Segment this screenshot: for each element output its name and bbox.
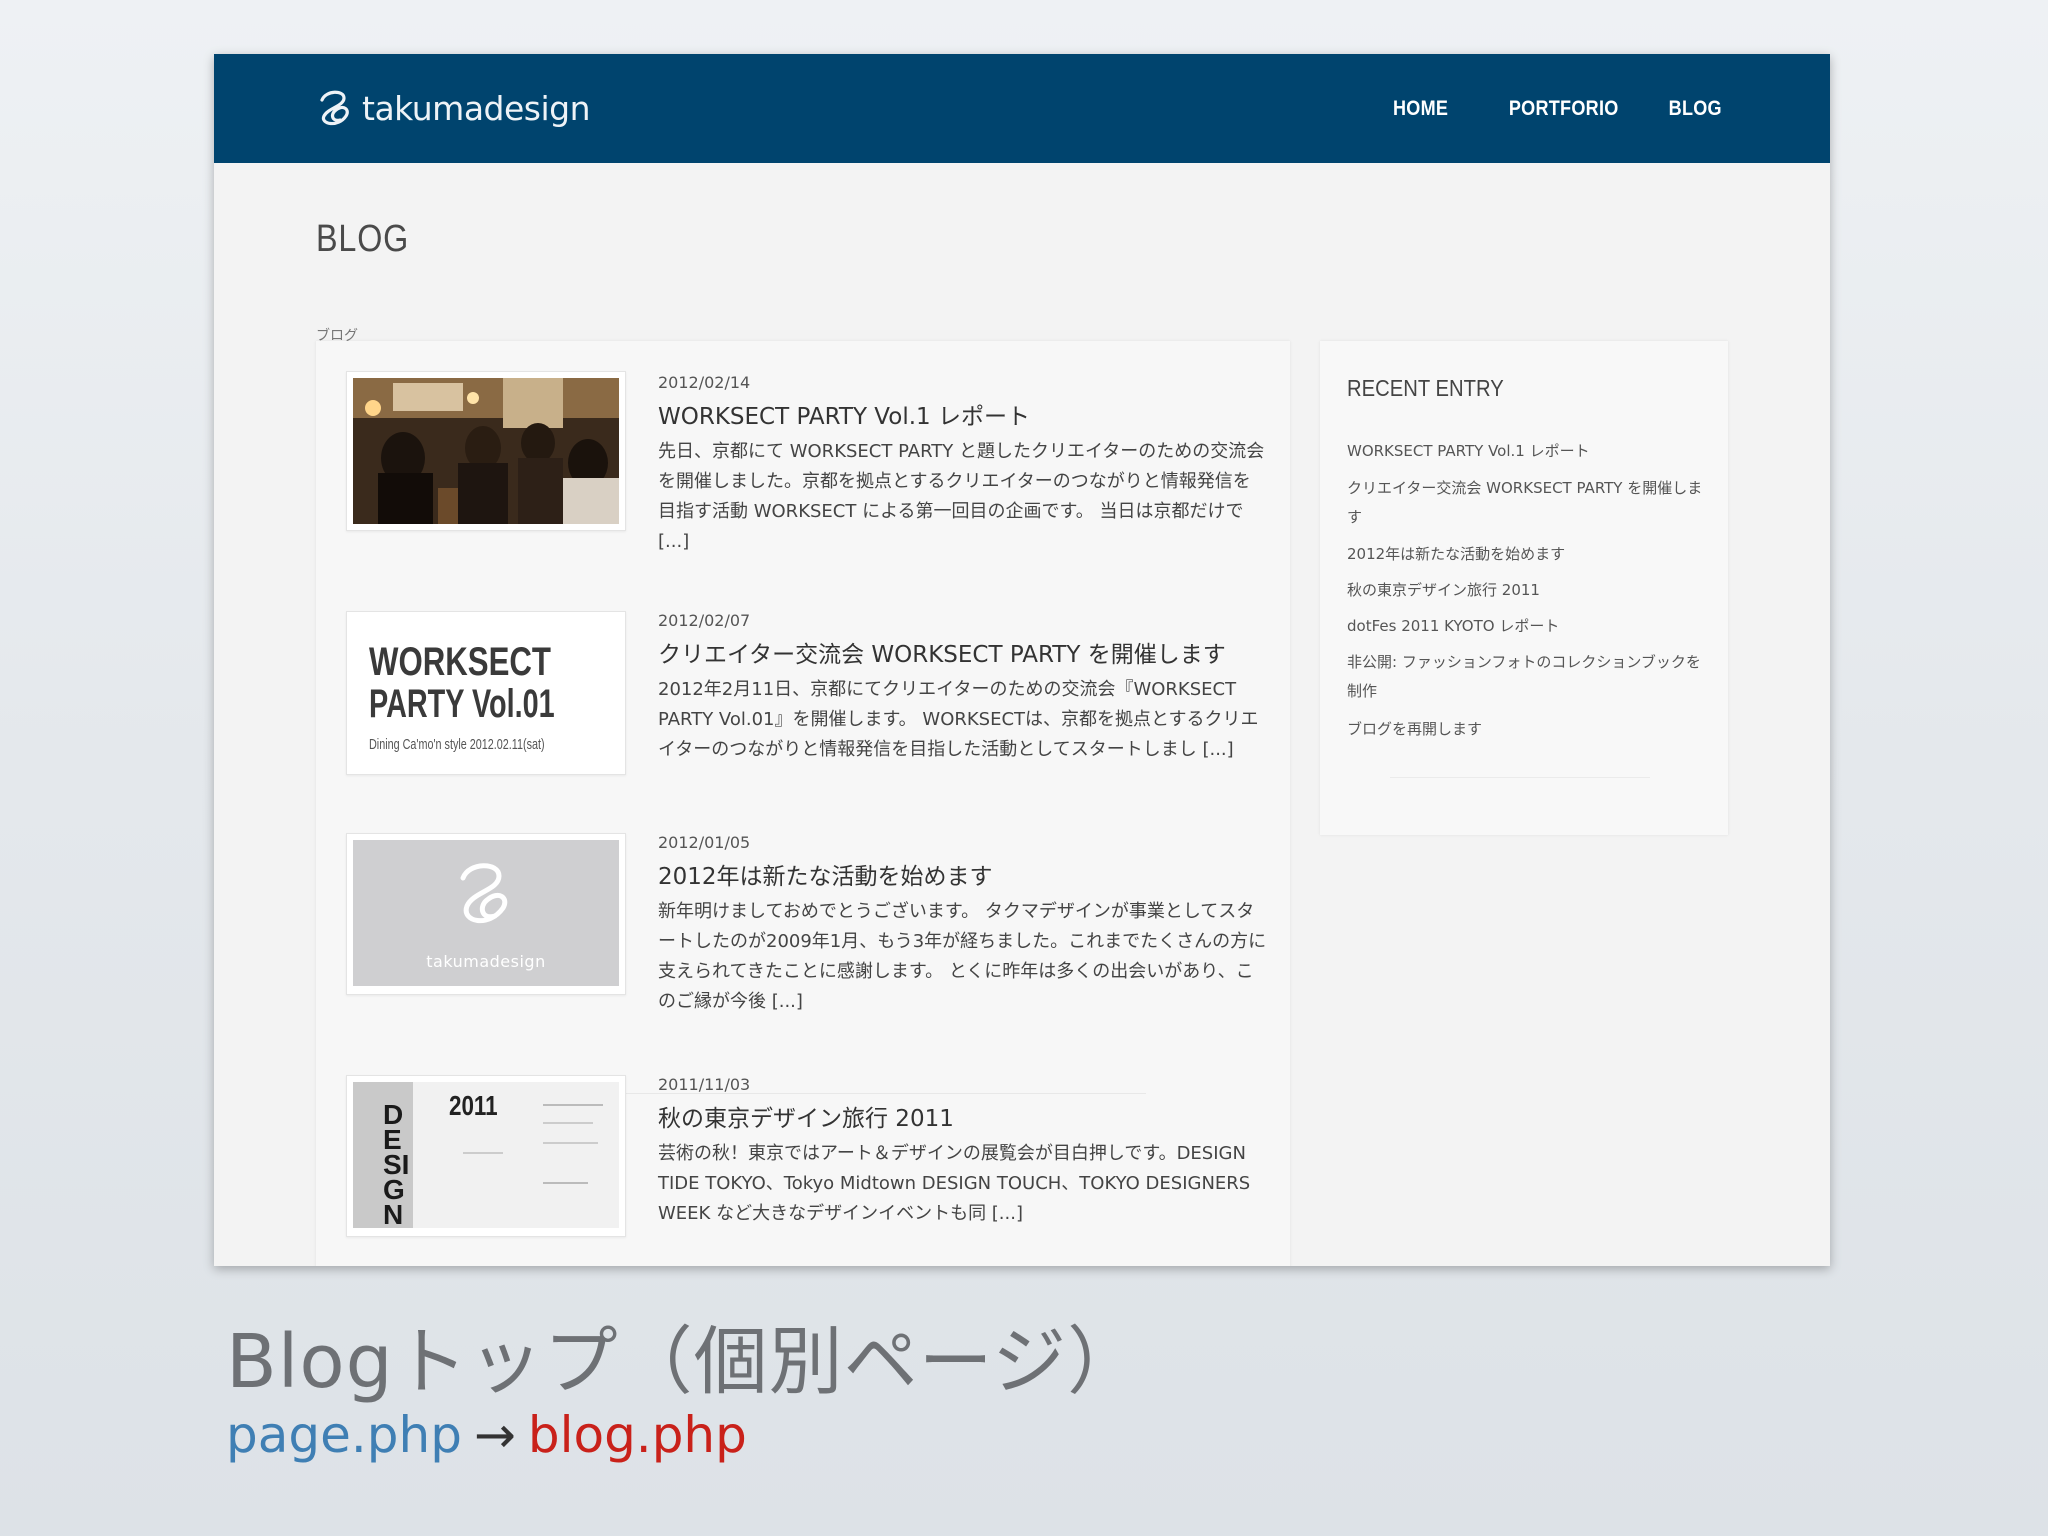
site-header: takumadesign HOME PORTFORIO BLOG [214,54,1830,163]
arrow-icon: → [473,1406,516,1464]
sidebar-recent-entry: RECENT ENTRY WORKSECT PARTY Vol.1 レポート ク… [1320,341,1728,835]
site-logo[interactable]: takumadesign [314,84,591,132]
event-flyer-image: WORKSECT PARTY Vol.01 Dining Ca'mo'n sty… [353,618,619,764]
post-title[interactable]: 2012年は新たな活動を始めます [658,857,993,891]
nav-item-home[interactable]: HOME [1393,97,1448,121]
logo-placeholder-image: takumadesign [353,840,619,986]
post-thumbnail[interactable]: 2011 DESIGN TIDE [346,1075,626,1237]
nav-item-blog[interactable]: BLOG [1669,97,1722,121]
recent-entry-link[interactable]: クリエイター交流会 WORKSECT PARTY を開催します [1347,474,1707,532]
sidebar-title: RECENT ENTRY [1347,375,1504,401]
placeholder-brand-text: takumadesign [426,952,546,971]
file-to-label: blog.php [527,1406,747,1464]
file-from-label: page.php [226,1406,462,1464]
flyer-line-2: PARTY Vol.01 [369,682,555,726]
sidebar-divider [1390,777,1650,778]
slide-subline: page.php → blog.php [226,1406,747,1464]
post-title[interactable]: 秋の東京デザイン旅行 2011 [658,1099,954,1133]
post-thumbnail[interactable]: takumadesign [346,833,626,995]
recent-entry-link[interactable]: WORKSECT PARTY Vol.1 レポート [1347,437,1707,466]
poster-vertical-title: DESIGN TIDE [383,1099,410,1229]
post-date: 2012/02/14 [658,373,751,392]
post-thumbnail[interactable]: WORKSECT PARTY Vol.01 Dining Ca'mo'n sty… [346,611,626,775]
post-excerpt: 先日、京都にて WORKSECT PARTY と題したクリエイターのための交流会… [658,441,1265,552]
post-list: 2012/02/14 WORKSECT PARTY Vol.1 レポート 先日、… [316,341,1290,1266]
poster-year: 2011 [449,1090,498,1121]
post-date: 2012/02/07 [658,611,751,630]
post-title[interactable]: クリエイター交流会 WORKSECT PARTY を開催します [658,635,1226,669]
post-title[interactable]: WORKSECT PARTY Vol.1 レポート [658,397,1030,431]
post-excerpt: 芸術の秋！東京ではアート＆デザインの展覧会が目白押しです。DESIGN TIDE… [658,1143,1251,1224]
flyer-line-1: WORKSECT [369,640,551,684]
party-photo-image [353,378,619,524]
recent-entry-link[interactable]: 非公開: ファッションフォトのコレクションブックを制作 [1347,648,1707,706]
recent-entry-link[interactable]: ブログを再開します [1347,715,1707,744]
post-excerpt: 新年明けましておめでとうございます。 タクマデザインが事業としてスタートしたのが… [658,901,1267,1012]
site-logo-text: takumadesign [362,88,591,128]
nav-item-portforio[interactable]: PORTFORIO [1508,97,1618,121]
recent-entry-link[interactable]: 2012年は新たな活動を始めます [1347,540,1707,569]
recent-entry-link[interactable]: dotFes 2011 KYOTO レポート [1347,612,1707,641]
main-nav: HOME PORTFORIO BLOG [1342,54,1722,163]
post-thumbnail[interactable] [346,371,626,531]
exhibition-poster-image: 2011 DESIGN TIDE [353,1082,619,1228]
post-excerpt: 2012年2月11日、京都にてクリエイターのための交流会『WORKSECT PA… [658,679,1259,760]
page-title: BLOG [316,218,410,260]
takumadesign-logo-icon [320,90,349,126]
post-date: 2012/01/05 [658,833,751,852]
post-date: 2011/11/03 [658,1075,751,1094]
slide-caption: Blogトップ（個別ページ） [226,1319,1143,1405]
website-screenshot: takumadesign HOME PORTFORIO BLOG BLOG ブロ… [214,54,1830,1266]
recent-entry-link[interactable]: 秋の東京デザイン旅行 2011 [1347,576,1707,605]
flyer-line-3: Dining Ca'mo'n style 2012.02.11(sat) [369,736,545,753]
